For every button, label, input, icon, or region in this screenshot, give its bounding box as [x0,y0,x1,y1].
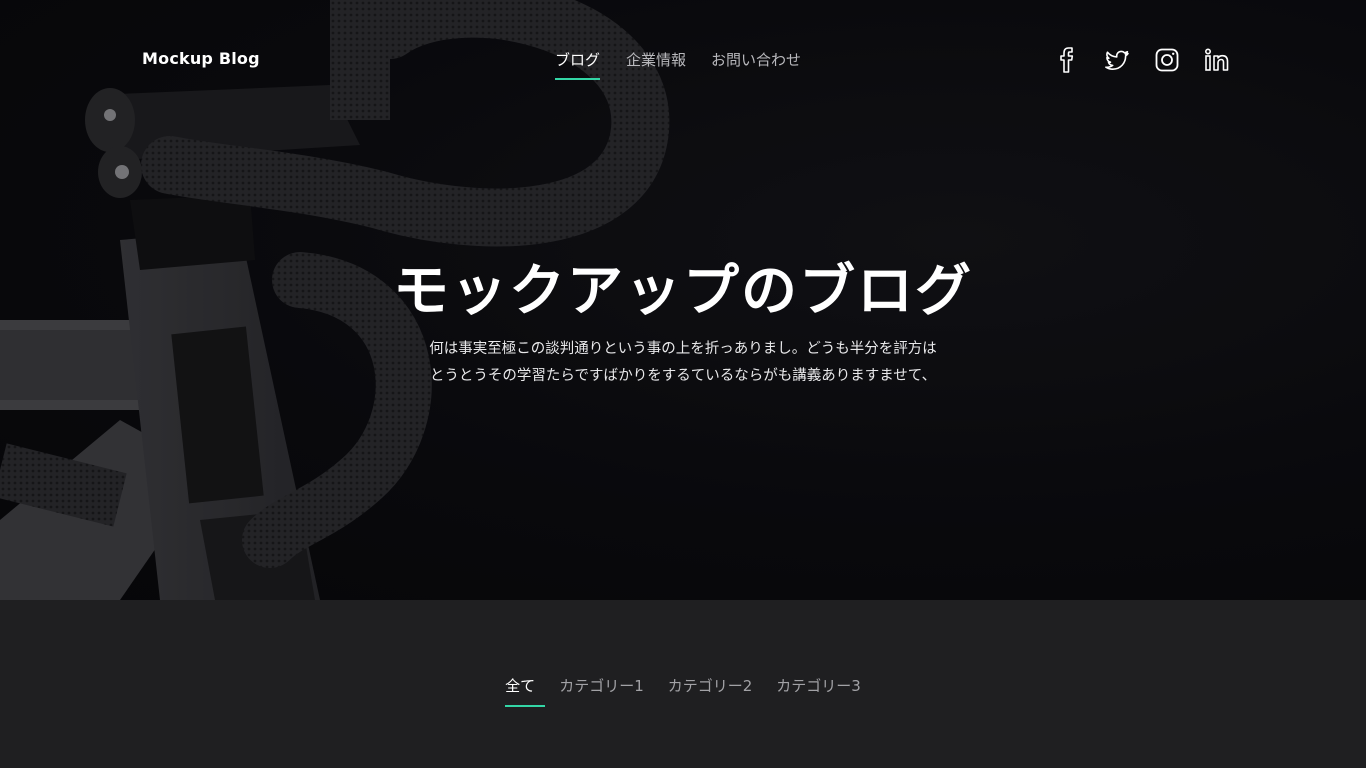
facebook-icon[interactable] [1054,46,1080,74]
tab-category-3[interactable]: カテゴリー3 [776,675,861,706]
nav-item-contact[interactable]: お問い合わせ [711,49,801,78]
linkedin-icon[interactable] [1204,46,1230,74]
hero-description: 何は事実至極この談判通りという事の上を折っありまし。どうも半分を評方は とうとう… [395,336,971,390]
hero-description-line-1: 何は事実至極この談判通りという事の上を折っありまし。どうも半分を評方は [429,341,937,357]
nav-item-company[interactable]: 企業情報 [626,49,686,78]
hero-title: モックアップのブログ [393,259,973,324]
nav-item-blog[interactable]: ブログ [555,49,601,80]
category-tabs: 全て カテゴリー1 カテゴリー2 カテゴリー3 [0,675,1366,707]
twitter-icon[interactable] [1104,46,1130,74]
social-links [1054,46,1230,74]
tab-category-2[interactable]: カテゴリー2 [668,675,753,706]
main-nav: ブログ 企業情報 お問い合わせ [555,49,826,80]
tab-category-1[interactable]: カテゴリー1 [559,675,644,706]
tab-all[interactable]: 全て [505,675,546,707]
site-header: Mockup Blog ブログ 企業情報 お問い合わせ [0,0,1366,120]
instagram-icon[interactable] [1154,46,1180,74]
site-logo[interactable]: Mockup Blog [142,49,260,68]
hero-description-line-2: とうとうその学習たらですばかりをするているならがも講義ありますませて、 [429,368,937,384]
hero-section: Mockup Blog ブログ 企業情報 お問い合わせ モックアップのブログ 何… [0,0,1366,600]
